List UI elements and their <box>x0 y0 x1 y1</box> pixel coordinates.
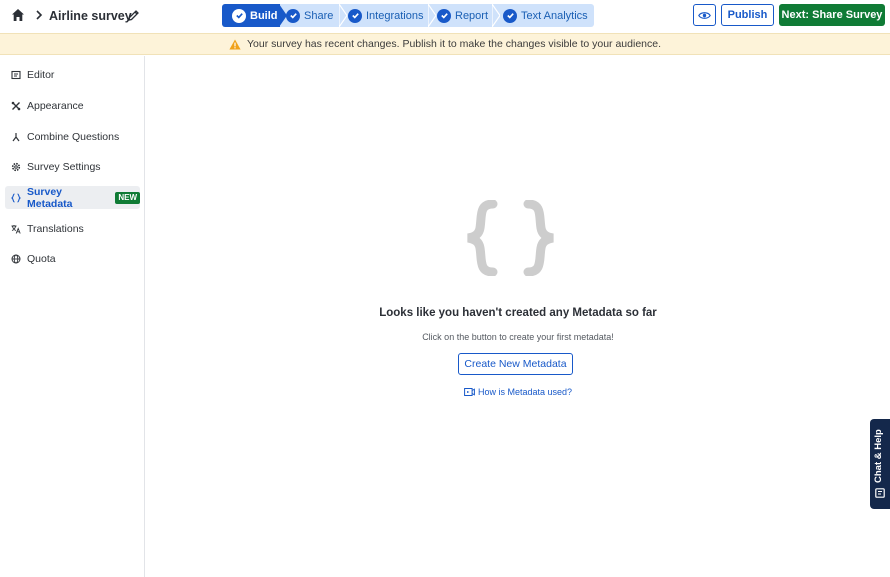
chat-help-label: Chat & Help <box>873 429 884 483</box>
top-bar: Airline survey Build Share Integrations <box>0 0 890 32</box>
gear-icon <box>11 162 21 172</box>
sidebar-item-label: Survey Settings <box>27 160 101 173</box>
video-guide-icon <box>464 388 475 396</box>
banner-message: Your survey has recent changes. Publish … <box>246 38 662 50</box>
workflow-steps: Build Share Integrations Report Text Ana… <box>222 4 594 27</box>
chat-help-tab[interactable]: Chat & Help <box>870 419 890 509</box>
check-icon <box>348 8 362 23</box>
how-metadata-used-link[interactable]: How is Metadata used? <box>464 386 572 398</box>
sidebar-item-label: Quota <box>27 252 56 265</box>
step-arrow <box>339 4 347 27</box>
step-arrow <box>279 4 287 27</box>
braces-icon <box>11 192 21 203</box>
publish-button[interactable]: Publish <box>721 4 774 26</box>
sidebar-item-label: Editor <box>27 68 55 81</box>
new-badge: NEW <box>115 191 140 204</box>
step-text-analytics[interactable]: Text Analytics <box>493 4 594 27</box>
step-build[interactable]: Build <box>222 4 287 27</box>
globe-icon <box>11 254 21 264</box>
sidebar-item-combine-questions[interactable]: Combine Questions <box>5 125 140 148</box>
next-share-survey-button[interactable]: Next: Share Survey <box>779 4 885 26</box>
check-icon <box>437 8 451 23</box>
sidebar-item-translations[interactable]: Translations <box>5 217 140 240</box>
step-label: Share <box>304 9 334 22</box>
empty-state-title: Looks like you haven't created any Metad… <box>379 307 657 319</box>
create-new-metadata-button[interactable]: Create New Metadata <box>458 353 573 375</box>
step-integrations[interactable]: Integrations <box>340 4 436 27</box>
help-link-label: How is Metadata used? <box>478 387 573 397</box>
check-icon <box>503 8 517 23</box>
chevron-right-icon <box>36 10 43 20</box>
translate-icon <box>11 224 21 234</box>
step-arrow <box>492 4 500 27</box>
combine-icon <box>11 132 21 142</box>
check-icon <box>232 8 246 23</box>
metadata-braces-icon <box>467 200 554 276</box>
chat-icon <box>875 488 885 498</box>
empty-state-subtitle: Click on the button to create your first… <box>422 332 614 342</box>
eye-icon <box>698 11 711 19</box>
sidebar-item-label: Appearance <box>27 99 84 112</box>
step-label: Integrations <box>366 9 424 22</box>
sidebar-item-appearance[interactable]: Appearance <box>5 94 140 117</box>
check-icon <box>286 8 300 23</box>
preview-button[interactable] <box>693 4 716 26</box>
sidebar-item-label: Survey Metadata <box>27 185 73 210</box>
sidebar-item-label: Combine Questions <box>27 130 120 143</box>
survey-title: Airline survey <box>49 9 132 23</box>
sidebar: Editor Appearance Combine Questions Surv… <box>0 56 145 577</box>
sidebar-item-survey-metadata[interactable]: Survey Metadata NEW <box>5 185 140 210</box>
sidebar-item-label: Translations <box>27 222 84 235</box>
sidebar-item-survey-settings[interactable]: Survey Settings <box>5 155 140 178</box>
step-report[interactable]: Report <box>429 4 500 27</box>
pencil-icon[interactable] <box>127 9 140 22</box>
step-label: Report <box>455 9 489 22</box>
editor-icon <box>11 70 21 80</box>
step-arrow <box>428 4 436 27</box>
appearance-icon <box>11 101 21 111</box>
step-share[interactable]: Share <box>280 4 347 27</box>
warning-icon <box>229 39 241 49</box>
sidebar-item-quota[interactable]: Quota <box>5 247 140 270</box>
home-icon[interactable] <box>11 8 25 22</box>
step-label: Text Analytics <box>521 9 588 22</box>
sidebar-item-editor[interactable]: Editor <box>5 63 140 86</box>
step-label: Build <box>250 9 278 22</box>
unpublished-changes-banner: Your survey has recent changes. Publish … <box>0 33 890 55</box>
